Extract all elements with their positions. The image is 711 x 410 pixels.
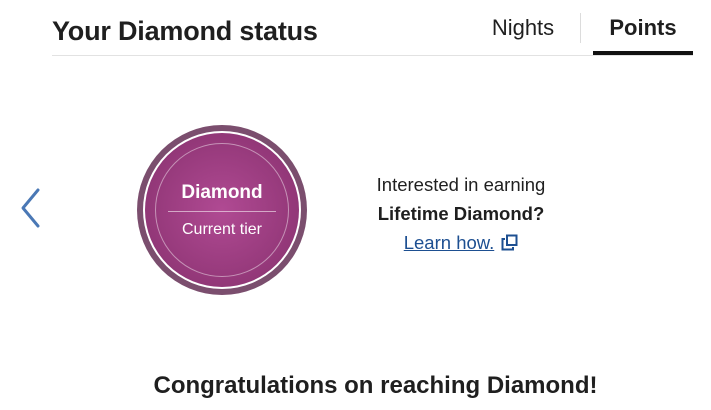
lifetime-promo: Interested in earning Lifetime Diamond? … <box>340 170 582 257</box>
tier-badge: Diamond Current tier <box>137 125 307 295</box>
chevron-left-icon <box>21 188 40 228</box>
tier-badge-disc: Diamond Current tier <box>145 133 299 287</box>
tab-divider <box>580 13 581 43</box>
learn-how-label: Learn how. <box>403 232 495 253</box>
external-link-icon[interactable] <box>501 234 518 251</box>
congratulations-heading: Congratulations on reaching Diamond! <box>153 372 598 399</box>
diamond-status-panel: Your Diamond status Nights Points Diamon… <box>0 0 711 410</box>
promo-line-1: Interested in earning <box>376 174 546 195</box>
page-title: Your Diamond status <box>52 16 318 46</box>
tab-points-label: Points <box>609 15 677 40</box>
tier-subtitle: Current tier <box>181 220 263 238</box>
header-divider <box>52 55 693 56</box>
tier-name: Diamond <box>181 181 263 203</box>
tab-nights[interactable]: Nights <box>466 0 580 55</box>
tab-nights-label: Nights <box>491 15 555 40</box>
status-tabs: Nights Points <box>466 0 693 55</box>
promo-line-2: Lifetime Diamond? <box>377 203 545 224</box>
learn-how-link[interactable]: Learn how. <box>404 232 495 253</box>
previous-button[interactable] <box>18 187 44 229</box>
tab-points[interactable]: Points <box>593 0 693 55</box>
